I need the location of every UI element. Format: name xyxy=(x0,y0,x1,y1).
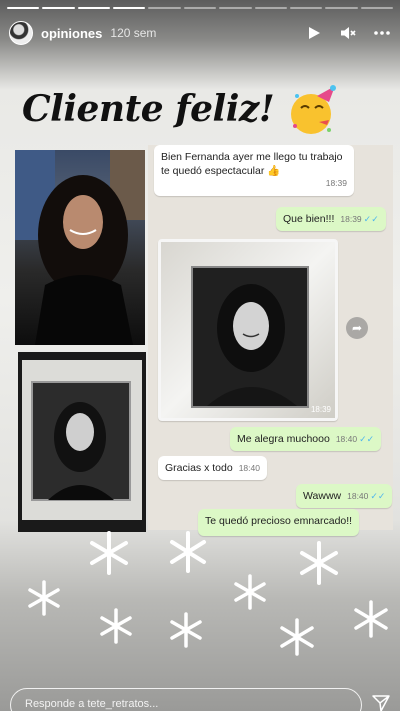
username[interactable]: opiniones xyxy=(41,26,102,41)
chat-screenshot: Bien Fernanda ayer me llego tu trabajo t… xyxy=(148,145,393,537)
party-face-emoji-icon xyxy=(291,85,336,134)
message-image: 18:39 xyxy=(158,239,338,421)
snowflake-icon xyxy=(300,541,338,585)
message-time: 18:40 xyxy=(347,491,369,501)
progress-segment xyxy=(77,7,111,9)
message-outgoing: Me alegra muchooo 18:40 ✓✓ xyxy=(230,427,382,452)
message-incoming: Bien Fernanda ayer me llego tu trabajo t… xyxy=(154,145,354,196)
progress-segment xyxy=(113,7,146,9)
post-time: 120 sem xyxy=(110,26,157,40)
post-title: Cliente feliz! xyxy=(22,88,275,130)
snowflake-icon xyxy=(100,608,132,644)
progress-segment xyxy=(148,7,181,9)
forward-icon[interactable]: ➦ xyxy=(346,317,368,339)
message-text: Bien Fernanda ayer me llego tu trabajo t… xyxy=(161,151,343,178)
volume-icon[interactable] xyxy=(339,24,357,42)
play-icon[interactable] xyxy=(305,24,323,42)
message-time: 18:40 xyxy=(238,463,260,473)
message-time: 18:39 xyxy=(325,178,347,189)
more-icon[interactable] xyxy=(373,24,391,42)
message-text: Wawww xyxy=(303,490,342,502)
progress-segment xyxy=(183,7,217,9)
message-text: Que bien!!! xyxy=(283,213,335,225)
message-text: Me alegra muchooo xyxy=(237,433,330,445)
progress-segment xyxy=(219,7,252,9)
message-time: 18:39 xyxy=(340,214,362,224)
message-outgoing: Que bien!!! 18:39 ✓✓ xyxy=(276,207,386,232)
snowflake-icon xyxy=(90,531,128,575)
message-time: 18:39 xyxy=(310,405,331,414)
progress-segment xyxy=(42,7,75,9)
snowflake-icon xyxy=(234,574,266,610)
message-time: 18:40 xyxy=(335,434,358,444)
avatar[interactable] xyxy=(9,21,33,45)
framed-portrait-photo xyxy=(18,352,146,532)
snowflake-icon xyxy=(28,580,60,616)
progress-segment xyxy=(254,7,287,9)
story-progress xyxy=(7,7,393,9)
message-incoming: Gracias x todo 18:40 xyxy=(158,456,267,481)
message-outgoing: Wawww 18:40 ✓✓ xyxy=(296,484,393,509)
header-controls xyxy=(305,24,391,42)
snowflake-icon xyxy=(170,531,206,573)
reply-placeholder: Responde a tete_retratos... xyxy=(25,698,159,710)
read-ticks-icon: ✓✓ xyxy=(359,434,375,444)
read-ticks-icon: ✓✓ xyxy=(363,214,379,224)
story-header: opiniones 120 sem xyxy=(9,18,391,48)
read-ticks-icon: ✓✓ xyxy=(370,491,386,501)
snowflake-icon xyxy=(170,612,202,648)
progress-segment xyxy=(7,7,40,9)
framed-portrait-image: 18:39 xyxy=(161,242,335,418)
send-icon[interactable] xyxy=(372,694,390,711)
reply-input[interactable]: Responde a tete_retratos... xyxy=(10,688,362,711)
message-text: Te quedó precioso emnarcado!! xyxy=(205,515,353,527)
progress-segment xyxy=(289,7,323,9)
progress-segment xyxy=(360,7,393,9)
progress-segment xyxy=(325,7,358,9)
message-text: Gracias x todo xyxy=(165,462,233,474)
customer-photo xyxy=(15,150,145,345)
message-outgoing: Te quedó precioso emnarcado!! xyxy=(198,509,360,537)
snowflake-icon xyxy=(280,618,314,656)
snowflake-icon xyxy=(354,600,388,638)
